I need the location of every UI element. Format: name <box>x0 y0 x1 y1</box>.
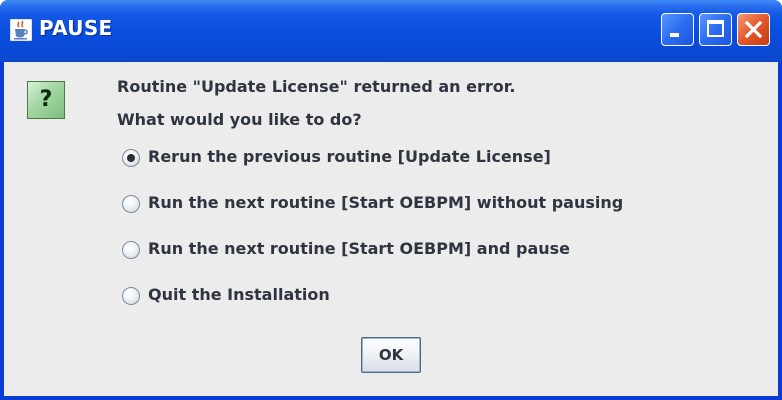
maximize-button[interactable] <box>699 13 732 46</box>
minimize-button[interactable] <box>661 13 694 46</box>
prompt-message: What would you like to do? <box>117 110 362 129</box>
question-icon: ? <box>27 81 65 119</box>
radio-button[interactable] <box>122 241 140 259</box>
radio-selected-dot <box>127 154 135 162</box>
radio-button[interactable] <box>122 195 140 213</box>
window-border <box>0 396 782 400</box>
radio-button-selected[interactable] <box>122 149 140 167</box>
java-cup-icon <box>10 19 32 41</box>
option-label[interactable]: Quit the Installation <box>148 285 330 304</box>
minimize-icon <box>670 33 679 37</box>
window-title: PAUSE <box>39 16 113 40</box>
close-button[interactable] <box>737 13 770 46</box>
close-icon <box>744 20 763 39</box>
title-bar[interactable]: PAUSE <box>0 0 782 62</box>
option-label[interactable]: Rerun the previous routine [Update Licen… <box>148 147 551 166</box>
maximize-icon <box>707 20 724 37</box>
radio-button[interactable] <box>122 287 140 305</box>
option-label[interactable]: Run the next routine [Start OEBPM] witho… <box>148 193 623 212</box>
dialog-content: ? Routine "Update License" returned an e… <box>4 62 778 400</box>
error-message: Routine "Update License" returned an err… <box>117 77 516 96</box>
option-label[interactable]: Run the next routine [Start OEBPM] and p… <box>148 239 570 258</box>
pause-dialog-window: PAUSE ? Routine "Update License" returne… <box>0 0 782 400</box>
ok-button[interactable]: OK <box>361 337 421 373</box>
